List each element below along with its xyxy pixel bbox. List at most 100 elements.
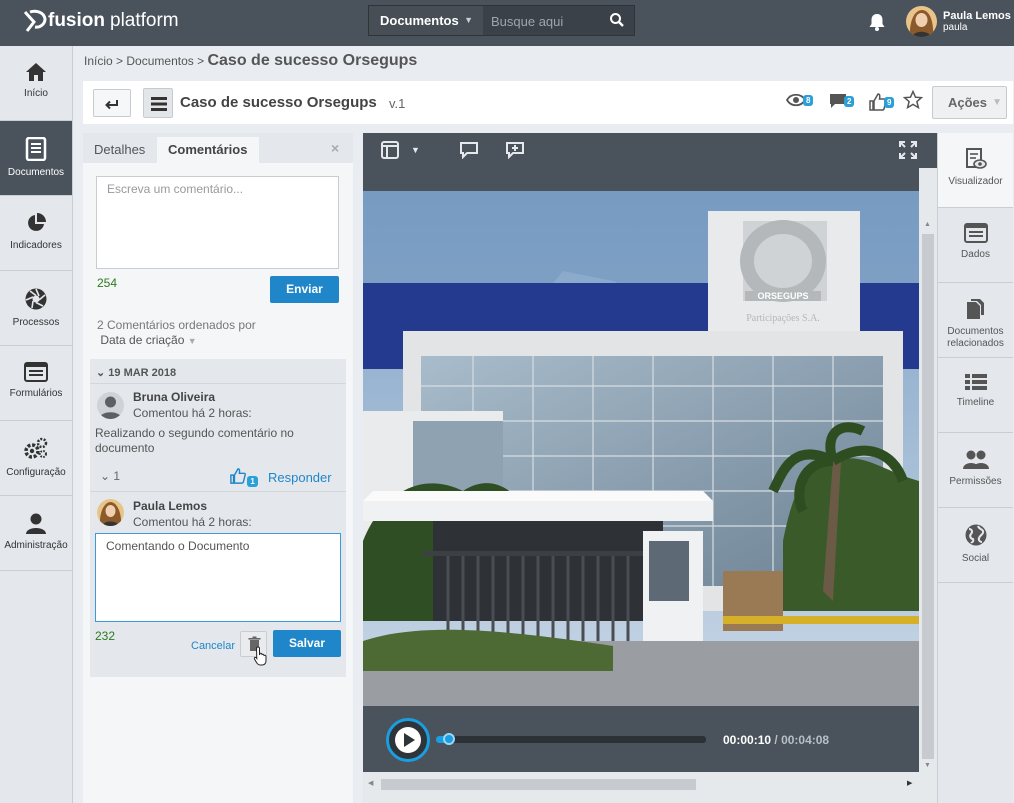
back-arrow-icon xyxy=(105,100,118,110)
search-bar: Documentos ▼ Busque aqui xyxy=(368,5,635,36)
avatar xyxy=(97,392,124,419)
fullscreen-icon[interactable] xyxy=(899,141,917,159)
edit-comment-text: Comentando o Documento xyxy=(106,539,250,553)
new-comment-placeholder: Escreva um comentário... xyxy=(107,182,244,196)
horizontal-scroll-thumb[interactable] xyxy=(381,779,696,790)
horizontal-scrollbar[interactable]: ◀ ▶ xyxy=(363,775,919,793)
brand-name-bold: fusion xyxy=(48,10,105,31)
sidebar-item-inicio[interactable]: Início xyxy=(0,46,72,121)
sort-info: 2 Comentários ordenados por Data de cria… xyxy=(97,318,256,349)
main-sidebar: Início Documentos Indicadores Processos … xyxy=(0,46,73,803)
search-scope-select[interactable]: Documentos ▼ xyxy=(369,6,483,35)
scroll-right-icon[interactable]: ▶ xyxy=(907,779,912,787)
close-icon[interactable]: × xyxy=(331,140,339,156)
actions-dropdown[interactable]: Ações ▼ xyxy=(932,86,1007,119)
related-docs-icon xyxy=(966,299,984,319)
breadcrumb-section-link[interactable]: Documentos xyxy=(126,54,193,68)
comment-time: Comentou há 2 horas: xyxy=(133,515,252,529)
video-time-separator: / xyxy=(771,733,782,747)
comments-panel: Escreva um comentário... 254 Enviar 2 Co… xyxy=(83,163,353,803)
scroll-down-icon[interactable]: ▼ xyxy=(924,762,931,769)
rightpanel-item-label: Social xyxy=(961,553,990,564)
sidebar-item-formularios[interactable]: Formulários xyxy=(0,346,72,421)
rightpanel-item-documentos-relacionados[interactable]: Documentos relacionados xyxy=(938,283,1013,358)
sidebar-item-processos[interactable]: Processos xyxy=(0,271,72,346)
viewer-toolbar: ▼ xyxy=(363,133,937,168)
comment-icon[interactable] xyxy=(459,141,479,159)
data-icon xyxy=(963,223,988,243)
breadcrumb: Início > Documentos > Caso de sucesso Or… xyxy=(84,52,417,70)
scroll-up-icon[interactable]: ▲ xyxy=(924,221,931,228)
sidebar-item-indicadores[interactable]: Indicadores xyxy=(0,196,72,271)
sign-bottom-text: Participações S.A. xyxy=(746,313,820,324)
likes-counter[interactable]: 9 xyxy=(869,93,895,111)
rightpanel-item-visualizador[interactable]: Visualizador xyxy=(938,133,1013,208)
sidebar-item-label: Início xyxy=(24,88,48,99)
sidebar-item-configuracao[interactable]: Configuração xyxy=(0,421,72,496)
pie-chart-icon xyxy=(28,213,46,231)
breadcrumb-home-link[interactable]: Início xyxy=(84,54,113,68)
comment-author: Paula Lemos xyxy=(133,499,208,513)
document-menu-button[interactable] xyxy=(143,88,173,118)
back-button[interactable] xyxy=(93,89,131,117)
play-button[interactable] xyxy=(386,718,430,762)
notifications-bell-icon[interactable] xyxy=(868,12,886,32)
tab-comments[interactable]: Comentários xyxy=(157,137,259,163)
reply-link[interactable]: Responder xyxy=(268,470,332,485)
rightpanel-item-social[interactable]: Social xyxy=(938,508,1013,583)
document-viewer: ▼ ORSEGUPS Participações S.A. 00:00:10 /… xyxy=(363,133,937,803)
sidebar-item-label: Indicadores xyxy=(10,240,62,251)
edit-comment-input[interactable]: Comentando o Documento xyxy=(95,533,341,622)
new-comment-input[interactable]: Escreva um comentário... xyxy=(96,176,339,269)
sort-select[interactable]: Data de criação ▼ xyxy=(97,333,256,349)
favorite-star-icon[interactable] xyxy=(903,90,923,110)
document-icon xyxy=(25,137,47,161)
avatar xyxy=(97,499,124,526)
send-button[interactable]: Enviar xyxy=(270,276,339,303)
sidebar-item-label: Configuração xyxy=(6,467,66,478)
user-name[interactable]: Paula Lemos xyxy=(943,10,1011,22)
sidebar-item-documentos[interactable]: Documentos xyxy=(0,121,72,196)
search-input[interactable]: Busque aqui xyxy=(483,6,634,35)
timeline-icon xyxy=(964,374,987,390)
add-comment-icon[interactable] xyxy=(505,141,525,159)
search-placeholder: Busque aqui xyxy=(491,14,564,29)
right-panel: Visualizador Dados Documentos relacionad… xyxy=(937,133,1013,803)
user-avatar[interactable] xyxy=(906,6,937,37)
app-logo[interactable]: fusion platform xyxy=(22,9,179,33)
comments-counter[interactable]: 2 xyxy=(829,93,855,109)
video-player[interactable]: ORSEGUPS Participações S.A. 00:00:10 / 0… xyxy=(363,168,919,772)
char-counter: 254 xyxy=(97,276,118,290)
scroll-left-icon[interactable]: ◀ xyxy=(368,779,373,787)
cancel-link[interactable]: Cancelar xyxy=(191,640,235,652)
video-progress-handle[interactable] xyxy=(443,733,455,745)
chevron-down-icon: ⌄ xyxy=(96,367,106,379)
search-icon[interactable] xyxy=(609,12,625,28)
vertical-scrollbar[interactable]: ▲ ▼ xyxy=(919,168,937,772)
sort-value: Data de criação xyxy=(100,333,185,347)
sidebar-item-label: Formulários xyxy=(9,388,63,399)
video-progress-track[interactable] xyxy=(436,733,706,745)
comment-like-button[interactable]: 1 xyxy=(229,468,258,487)
rightpanel-item-label: Visualizador xyxy=(948,176,1003,187)
vertical-scroll-thumb[interactable] xyxy=(922,234,934,759)
save-button[interactable]: Salvar xyxy=(273,630,341,657)
chevron-down-icon[interactable]: ▼ xyxy=(411,145,420,155)
replies-toggle[interactable]: ⌄ 1 xyxy=(100,469,120,483)
tab-details[interactable]: Detalhes xyxy=(94,137,145,163)
layout-icon[interactable] xyxy=(381,141,399,159)
video-time: 00:00:10 / 00:04:08 xyxy=(723,733,829,747)
breadcrumb-separator: > xyxy=(197,54,205,68)
document-version: v.1 xyxy=(389,96,406,111)
comment-text: Realizando o segundo comentário no docum… xyxy=(95,426,294,455)
rightpanel-item-timeline[interactable]: Timeline xyxy=(938,358,1013,433)
char-counter: 232 xyxy=(95,629,116,643)
rightpanel-item-permissoes[interactable]: Permissões xyxy=(938,433,1013,508)
thread-date-header[interactable]: ⌄ 19 MAR 2018 xyxy=(96,366,176,379)
sidebar-item-label: Administração xyxy=(4,540,68,551)
views-counter[interactable]: 8 xyxy=(786,93,814,107)
rightpanel-item-dados[interactable]: Dados xyxy=(938,208,1013,283)
comment-likes-badge: 1 xyxy=(247,476,258,487)
sidebar-item-administracao[interactable]: Administração xyxy=(0,496,72,571)
document-header: Caso de sucesso Orsegups v.1 8 2 9 Ações… xyxy=(83,81,1013,124)
